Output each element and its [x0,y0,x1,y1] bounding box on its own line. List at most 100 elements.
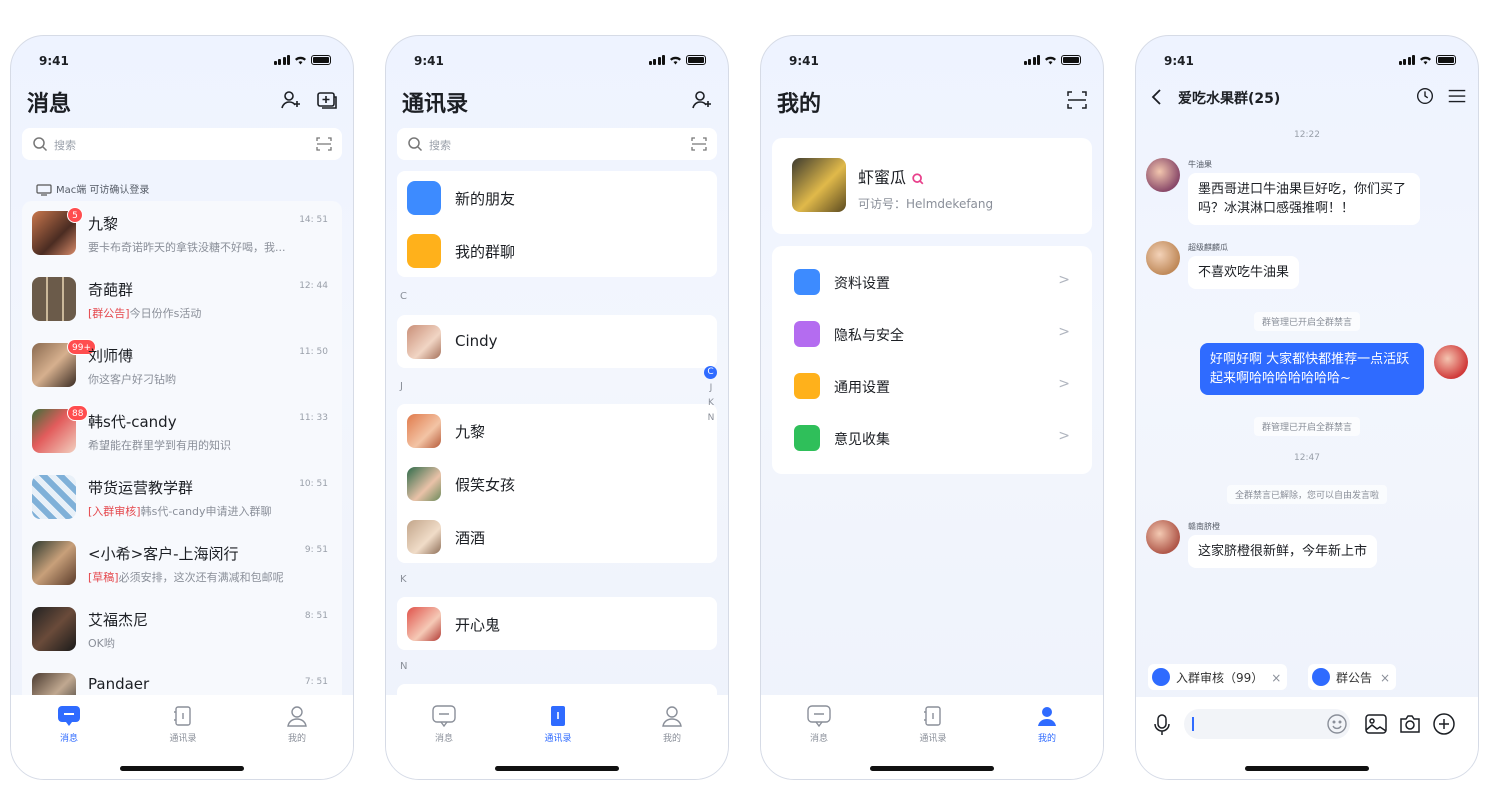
conversation-name: 带货运营教学群 [88,479,194,497]
conversation-name: <小希>客户-上海闵行 [88,545,239,563]
contact-name: Cindy [455,332,498,350]
tab-contacts[interactable]: 通讯录 [153,705,213,744]
avatar [407,325,441,359]
tab-messages[interactable]: 消息 [414,705,474,744]
close-icon[interactable]: × [1380,671,1390,685]
tab-contacts[interactable]: 通讯录 [903,705,963,744]
sender-name: 赣南脐橙 [1188,522,1220,531]
contacts-screen: 9:41 通讯录 搜索 新的朋友 我的群聊 C Cindy J 九黎 假笑女孩 … [385,35,729,780]
tab-messages[interactable]: 消息 [39,705,99,744]
section-header: C [400,291,407,302]
avatar [32,475,76,519]
profile-account-id: 可访号：Helmdekefang [858,197,994,211]
contact-item[interactable]: 九黎 [397,404,717,457]
contact-item[interactable]: 开心鬼 [397,597,717,650]
list-item[interactable]: 99+ 刘师傅 11: 50 你这客户好刁钻哟 [22,333,342,399]
new-friends-label: 新的朋友 [455,190,516,208]
conversation-time: 11: 33 [299,413,328,423]
group-icon [1152,668,1170,686]
list-item[interactable]: 艾福杰尼 8: 51 OK哟 [22,597,342,663]
scan-icon[interactable] [316,136,332,152]
section-header: K [400,574,407,585]
contact-item[interactable]: Cindy [397,315,717,368]
microphone-icon[interactable] [1152,713,1172,737]
close-icon[interactable]: × [1271,671,1281,685]
mac-login-notice[interactable]: Mac端 可访确认登录 [36,181,149,196]
camera-icon[interactable] [1398,712,1422,736]
unread-badge: 5 [67,207,83,223]
conversation-time: 10: 51 [299,479,328,489]
history-icon[interactable] [1414,84,1436,108]
new-friends-item[interactable]: 新的朋友 [397,171,717,224]
scan-icon[interactable] [691,136,707,152]
list-item[interactable]: 带货运营教学群 10: 51 [入群审核]韩s代-candy申请进入群聊 [22,465,342,531]
search-bar[interactable]: 搜索 [397,128,717,160]
message-bubble[interactable]: 这家脐橙很新鲜，今年新上市 [1188,535,1378,568]
my-groups-label: 我的群聊 [455,243,516,261]
list-item[interactable]: 5 九黎 14: 51 要卡布奇诺昨天的拿铁没糖不好喝，我... [22,201,342,267]
alphabet-index[interactable]: C J K N [704,366,718,426]
index-letter[interactable]: C [704,366,717,379]
image-icon[interactable] [1364,712,1388,736]
system-notice: 群管理已开启全群禁言 [1253,312,1361,331]
index-letter[interactable]: K [704,396,718,411]
conversation-preview: 希望能在群里学到有用的知识 [88,439,231,452]
tab-bar: 消息 通讯录 我的 [11,695,353,779]
conversation-preview: 你这客户好刁钻哟 [88,373,176,386]
add-friend-icon[interactable] [279,88,303,112]
avatar[interactable] [1434,345,1468,379]
contact-item[interactable]: 酒酒 [397,510,717,563]
list-item[interactable]: 88 韩s代-candy 11: 33 希望能在群里学到有用的知识 [22,399,342,465]
profile-icon [662,706,682,727]
profile-icon [287,706,307,727]
menu-item-label: 隐私与安全 [834,328,904,344]
profile-nickname: 虾蜜瓜 [858,164,925,188]
menu-icon[interactable] [1446,84,1468,108]
index-letter[interactable]: N [704,411,718,426]
tab-contacts[interactable]: 通讯录 [528,705,588,744]
profile-card[interactable]: 虾蜜瓜 可访号：Helmdekefang [772,138,1092,234]
settings-menu: 资料设置 > 隐私与安全 > 通用设置 > 意见收集 > [772,246,1092,474]
chat-timestamp: 12:22 [1294,130,1320,140]
scan-icon[interactable] [1065,88,1089,112]
chevron-right-icon: > [1058,272,1070,288]
sender-name: 牛油果 [1188,160,1212,169]
tab-mine[interactable]: 我的 [1017,705,1077,744]
index-letter[interactable]: J [704,381,718,396]
menu-item-feedback[interactable]: 意见收集 > [772,412,1092,464]
menu-item-profile-settings[interactable]: 资料设置 > [772,256,1092,308]
tab-mine[interactable]: 我的 [642,705,702,744]
menu-item-privacy[interactable]: 隐私与安全 > [772,308,1092,360]
tab-mine[interactable]: 我的 [267,705,327,744]
wifi-icon [1045,56,1056,65]
tab-messages[interactable]: 消息 [789,705,849,744]
my-message-bubble[interactable]: 好啊好啊 大家都快都推荐一点活跃起来啊哈哈哈哈哈哈哈~ [1200,343,1424,395]
list-item[interactable]: <小希>客户-上海闵行 9: 51 [草稿]必须安排，这次还有满减和包邮呢 [22,531,342,597]
my-groups-item[interactable]: 我的群聊 [397,224,717,277]
emoji-icon[interactable] [1326,713,1348,735]
status-icons [1398,55,1456,65]
search-bar[interactable]: 搜索 [22,128,342,160]
messages-screen: 9:41 消息 搜索 Mac端 可访确认登录 5 九黎 14: 51 要卡布奇诺… [10,35,354,780]
announcement-chip[interactable]: 群公告 × [1308,664,1397,690]
status-time: 9:41 [1164,54,1194,68]
message-bubble[interactable]: 墨西哥进口牛油果巨好吃，你们买了吗？冰淇淋口感强推啊！！ [1188,173,1420,225]
contact-item[interactable]: 假笑女孩 [397,457,717,510]
avatar[interactable] [1146,520,1180,554]
add-friend-icon[interactable] [690,88,714,112]
tab-bar: 消息 通讯录 我的 [761,695,1103,779]
avatar[interactable] [1146,241,1180,275]
chat-timestamp: 12:47 [1294,453,1320,463]
new-chat-icon[interactable] [315,88,339,112]
plus-icon[interactable] [1432,712,1456,736]
monitor-icon [36,184,52,196]
contact-name: 九黎 [455,423,486,441]
avatar[interactable] [1146,158,1180,192]
contact-name: 假笑女孩 [455,476,516,494]
message-bubble[interactable]: 不喜欢吃牛油果 [1188,256,1300,289]
back-icon[interactable] [1148,86,1166,108]
join-review-chip[interactable]: 入群审核（99） × [1148,664,1288,690]
list-item[interactable]: Pandaer 7: 51 [22,663,342,695]
list-item[interactable]: 奇葩群 12: 44 [群公告]今日份作s活动 [22,267,342,333]
menu-item-general[interactable]: 通用设置 > [772,360,1092,412]
